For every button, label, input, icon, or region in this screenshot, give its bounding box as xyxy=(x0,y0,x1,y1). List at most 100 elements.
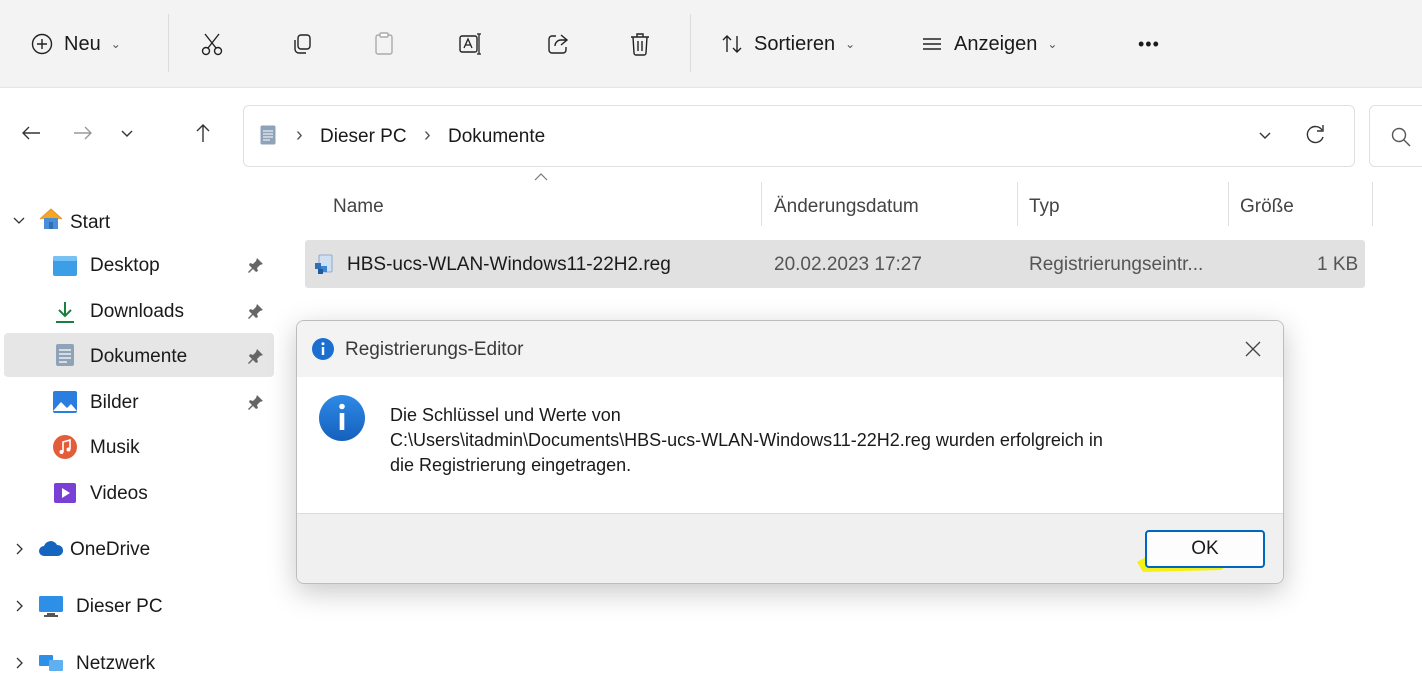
share-icon xyxy=(548,34,569,54)
sidebar-item-documents[interactable]: Dokumente xyxy=(4,333,274,377)
sidebar-item-label: Downloads xyxy=(90,301,184,322)
chevron-down-icon xyxy=(13,217,25,224)
cloud-icon xyxy=(39,541,64,556)
address-bar[interactable]: › Dieser PC › Dokumente xyxy=(243,105,1355,167)
dialog-title-bar[interactable]: Registrierungs-Editor xyxy=(297,321,1283,377)
pictures-icon xyxy=(53,391,77,413)
info-icon xyxy=(312,338,334,360)
arrow-up-icon xyxy=(196,124,210,142)
column-header-name[interactable]: Name xyxy=(333,196,384,218)
scissors-icon xyxy=(201,33,223,56)
sidebar-item-music[interactable]: Musik xyxy=(0,425,278,469)
sidebar-item-network[interactable]: Netzwerk xyxy=(0,641,278,685)
search-icon xyxy=(1391,127,1411,147)
paste-button[interactable] xyxy=(366,26,402,62)
sort-button[interactable]: Sortieren ⌄ xyxy=(720,22,855,66)
delete-button[interactable] xyxy=(622,26,658,62)
column-divider[interactable] xyxy=(1228,182,1229,226)
sidebar-item-label: Dokumente xyxy=(90,346,188,367)
desktop-folder-icon xyxy=(53,256,77,276)
trash-icon xyxy=(631,33,649,56)
info-icon xyxy=(319,395,365,441)
sidebar-item-label: Desktop xyxy=(90,255,160,276)
registry-editor-dialog: Registrierungs-Editor Die Schlüssel und … xyxy=(296,320,1284,584)
pin-icon[interactable] xyxy=(248,257,264,273)
sidebar-item-label: Musik xyxy=(90,437,140,458)
dialog-message: Die Schlüssel und Werte von C:\Users\ita… xyxy=(390,403,1103,478)
arrow-left-icon xyxy=(22,126,40,140)
column-divider[interactable] xyxy=(1372,182,1373,226)
pin-icon[interactable] xyxy=(248,348,264,364)
search-input[interactable] xyxy=(1369,105,1422,167)
dialog-message-line: Die Schlüssel und Werte von xyxy=(390,405,621,425)
recent-locations-button[interactable] xyxy=(110,116,144,150)
sidebar-item-downloads[interactable]: Downloads xyxy=(0,289,278,333)
paste-icon xyxy=(375,32,393,55)
file-size: 1 KB xyxy=(1317,254,1359,275)
rename-button[interactable] xyxy=(452,26,488,62)
file-type: Registrierungseintr... xyxy=(1029,254,1204,275)
back-button[interactable] xyxy=(14,116,48,150)
sidebar-item-onedrive[interactable]: OneDrive xyxy=(0,527,278,571)
registry-file-icon xyxy=(315,254,333,274)
chevron-right-icon xyxy=(16,600,23,612)
pin-icon[interactable] xyxy=(248,303,264,319)
sidebar-item-start[interactable]: Start xyxy=(0,198,278,242)
sidebar-item-videos[interactable]: Videos xyxy=(0,471,278,515)
close-icon[interactable] xyxy=(1241,337,1265,361)
share-button[interactable] xyxy=(540,26,576,62)
plus-circle-icon xyxy=(31,33,53,55)
documents-icon xyxy=(260,125,276,145)
chevron-down-icon: ⌄ xyxy=(110,37,121,51)
view-lines-icon xyxy=(923,38,941,50)
sort-label: Sortieren xyxy=(754,32,836,55)
column-header-size[interactable]: Größe xyxy=(1240,196,1294,218)
chevron-down-icon[interactable] xyxy=(1254,124,1276,146)
forward-button[interactable] xyxy=(66,116,100,150)
column-header-type[interactable]: Typ xyxy=(1029,196,1060,218)
table-row[interactable]: HBS-ucs-WLAN-Windows11-22H2.reg 20.02.20… xyxy=(305,240,1365,288)
more-button[interactable]: ••• xyxy=(1138,22,1160,66)
breadcrumb-documents[interactable]: Dokumente xyxy=(448,126,545,148)
sidebar-item-desktop[interactable]: Desktop xyxy=(0,243,278,287)
view-button[interactable]: Anzeigen ⌄ xyxy=(920,22,1057,66)
more-icon: ••• xyxy=(1138,33,1160,54)
sidebar-item-label: Dieser PC xyxy=(76,596,163,617)
sidebar-item-this-pc[interactable]: Dieser PC xyxy=(0,584,278,628)
monitor-icon xyxy=(39,596,63,617)
music-icon xyxy=(53,435,77,459)
dialog-message-line: C:\Users\itadmin\Documents\HBS-ucs-WLAN-… xyxy=(390,430,1103,450)
sidebar-item-label: Videos xyxy=(90,483,148,504)
chevron-down-icon xyxy=(121,130,133,137)
view-label: Anzeigen xyxy=(954,32,1038,55)
arrow-right-icon xyxy=(74,126,92,140)
cut-button[interactable] xyxy=(194,26,230,62)
chevron-down-icon: ⌄ xyxy=(1047,37,1058,51)
ok-button-label: OK xyxy=(1191,538,1219,559)
sidebar-item-pictures[interactable]: Bilder xyxy=(0,380,278,424)
toolbar-divider xyxy=(690,14,691,72)
command-bar: Neu ⌄ Sortieren ⌄ Anzeigen ⌄ ••• xyxy=(0,0,1422,88)
dialog-message-line: die Registrierung eingetragen. xyxy=(390,455,632,475)
sort-ascending-icon xyxy=(534,173,548,181)
documents-icon xyxy=(56,344,74,366)
copy-icon xyxy=(294,34,311,54)
toolbar-divider xyxy=(168,14,169,72)
pin-icon[interactable] xyxy=(248,394,264,410)
new-label: Neu xyxy=(64,32,101,55)
refresh-icon[interactable] xyxy=(1302,122,1328,148)
column-header-date[interactable]: Änderungsdatum xyxy=(774,196,919,218)
column-divider[interactable] xyxy=(1017,182,1018,226)
chevron-right-icon xyxy=(16,543,23,555)
sidebar-item-label: Start xyxy=(70,212,111,233)
breadcrumb-this-pc[interactable]: Dieser PC xyxy=(320,126,407,148)
copy-button[interactable] xyxy=(284,26,320,62)
dialog-footer: OK xyxy=(297,513,1283,583)
download-icon xyxy=(56,302,74,323)
up-button[interactable] xyxy=(186,116,220,150)
ok-button[interactable]: OK xyxy=(1145,530,1265,568)
sidebar-item-label: OneDrive xyxy=(70,539,151,560)
new-button[interactable]: Neu ⌄ xyxy=(30,22,121,66)
sidebar-item-label: Bilder xyxy=(90,392,139,413)
column-divider[interactable] xyxy=(761,182,762,226)
